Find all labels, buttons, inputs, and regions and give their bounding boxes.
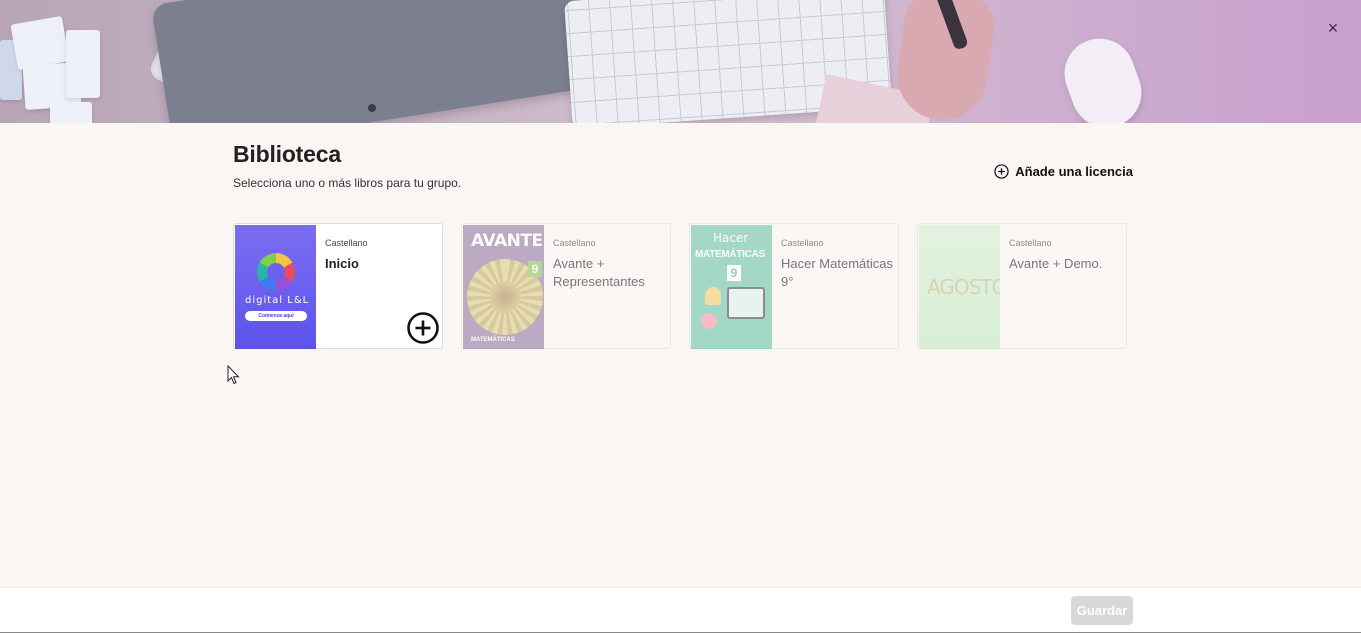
- book-language: Castellano: [553, 238, 596, 248]
- decor-block: [66, 30, 100, 98]
- book-card-inicio[interactable]: digital L&L Comienza aquí Castellano Ini…: [233, 223, 443, 349]
- book-card-avante-demo[interactable]: AGOSTO Castellano Avante + Demo.: [917, 223, 1127, 349]
- sunflower-center: [489, 281, 521, 313]
- cover-subject: MATEMÁTICAS: [471, 337, 515, 343]
- cover-brand-text: digital L&L: [245, 295, 310, 306]
- grade-badge: 9: [528, 261, 542, 277]
- add-license-label: Añade una licencia: [1015, 164, 1133, 179]
- book-language: Castellano: [781, 238, 824, 248]
- close-icon[interactable]: ×: [1322, 17, 1344, 39]
- book-title: Avante + Representantes: [553, 256, 645, 289]
- cover-start-badge: Comienza aquí: [245, 311, 307, 321]
- book-card-hacer-matematicas[interactable]: Hacer MATEMÁTICAS 9 Castellano Hacer Mat…: [689, 223, 899, 349]
- book-card-avante-representantes[interactable]: AVANTE 9 MATEMÁTICAS Castellano Avante +…: [461, 223, 671, 349]
- plus-circle-icon: [994, 164, 1009, 179]
- book-cover: AGOSTO: [919, 225, 1000, 349]
- add-book-plus-icon[interactable]: [407, 312, 439, 344]
- decor-block: [50, 102, 92, 123]
- book-title: Avante + Demo.: [1009, 256, 1103, 271]
- header-banner: ×: [0, 0, 1361, 123]
- ball-illustration: [701, 313, 717, 329]
- felt-sleeve-image: [150, 0, 610, 123]
- page-title: Biblioteca: [233, 141, 341, 167]
- cover-title: Hacer: [713, 231, 749, 245]
- book-cover: Hacer MATEMÁTICAS 9: [691, 225, 772, 349]
- felt-button-image: [368, 104, 376, 112]
- book-title: Inicio: [325, 256, 359, 271]
- decor-block: [10, 15, 70, 71]
- mouse-image: [1054, 28, 1152, 123]
- book-title: Hacer Matemáticas 9°: [781, 256, 893, 289]
- page-subtitle: Selecciona uno o más libros para tu grup…: [233, 176, 462, 190]
- cover-title: AVANTE: [471, 231, 543, 251]
- cover-title: AGOSTO: [927, 275, 1000, 299]
- book-cover: digital L&L Comienza aquí: [235, 225, 316, 349]
- save-button[interactable]: Guardar: [1071, 596, 1133, 625]
- book-cover: AVANTE 9 MATEMÁTICAS: [463, 225, 544, 349]
- footer-bar: Guardar: [0, 587, 1361, 633]
- grade-badge: 9: [727, 265, 741, 281]
- cover-subtitle: MATEMÁTICAS: [695, 249, 765, 260]
- monitor-illustration: [727, 287, 765, 319]
- mouse-pointer-icon: [227, 365, 240, 385]
- book-language: Castellano: [325, 238, 368, 248]
- add-license-button[interactable]: Añade una licencia: [994, 164, 1133, 179]
- book-list: digital L&L Comienza aquí Castellano Ini…: [233, 223, 1127, 349]
- book-language: Castellano: [1009, 238, 1052, 248]
- logo-ring-hole: [267, 263, 285, 281]
- bell-illustration: [705, 287, 721, 305]
